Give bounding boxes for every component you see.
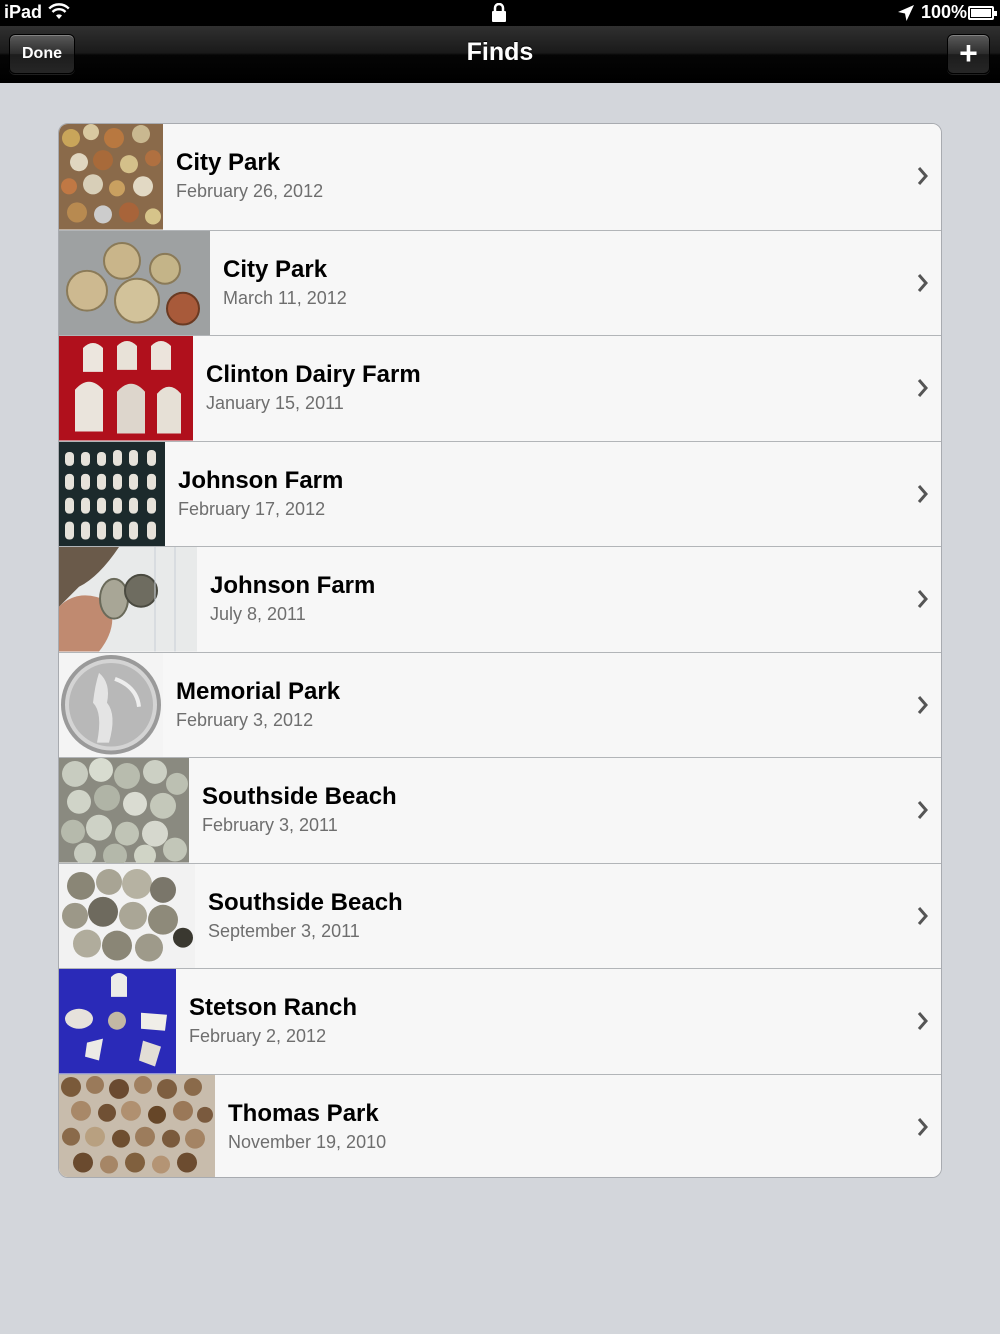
find-row[interactable]: Clinton Dairy Farm January 15, 2011 — [59, 335, 941, 441]
find-thumbnail — [59, 547, 197, 652]
battery-icon — [968, 6, 997, 20]
find-date: February 2, 2012 — [189, 1026, 327, 1046]
find-date: September 3, 2011 — [208, 920, 360, 941]
find-title: Thomas Park — [228, 1099, 379, 1127]
find-date: July 8, 2011 — [210, 604, 306, 624]
find-thumbnail — [59, 230, 210, 335]
find-row[interactable]: Memorial Park February 3, 2012 — [59, 651, 941, 757]
find-date: November 19, 2010 — [228, 1131, 387, 1152]
find-thumbnail — [59, 336, 193, 441]
status-bar: iPad 100% — [0, 0, 1000, 26]
find-title: Southside Beach — [208, 888, 403, 916]
find-date: March 11, 2012 — [223, 287, 347, 308]
find-title: Memorial Park — [176, 677, 341, 705]
find-row[interactable]: Thomas Park November 19, 2010 — [59, 1073, 941, 1177]
chevron-right-icon — [917, 379, 928, 397]
chevron-right-icon — [917, 484, 928, 503]
find-row[interactable]: Stetson Ranch February 2, 2012 — [59, 968, 941, 1074]
find-thumbnail — [59, 124, 163, 230]
find-thumbnail — [59, 1074, 215, 1177]
page-title: Finds — [466, 38, 534, 66]
add-find-button[interactable]: + — [947, 34, 990, 74]
find-date: February 26, 2012 — [176, 181, 324, 201]
find-title: City Park — [176, 149, 281, 176]
battery-percentage: 100% — [921, 2, 968, 22]
find-row[interactable]: City Park March 11, 2012 — [59, 229, 941, 335]
chevron-right-icon — [917, 590, 928, 608]
find-row[interactable]: Southside Beach September 3, 2011 — [59, 862, 941, 968]
chevron-right-icon — [917, 695, 928, 714]
find-date: February 3, 2012 — [176, 709, 314, 730]
find-date: February 17, 2012 — [178, 498, 326, 519]
find-title: Clinton Dairy Farm — [206, 361, 421, 388]
find-row[interactable]: Southside Beach February 3, 2011 — [59, 757, 941, 863]
find-thumbnail — [59, 863, 195, 968]
wifi-icon — [48, 3, 70, 26]
find-title: Southside Beach — [202, 783, 397, 810]
carrier-label: iPad — [4, 2, 43, 22]
find-title: Johnson Farm — [210, 572, 376, 599]
find-date: January 15, 2011 — [206, 393, 344, 413]
find-title: City Park — [223, 255, 328, 283]
find-thumbnail — [59, 969, 176, 1074]
chevron-right-icon — [917, 801, 928, 819]
chevron-right-icon — [917, 906, 928, 925]
find-row[interactable]: City Park February 26, 2012 — [59, 124, 941, 230]
find-row[interactable]: Johnson Farm February 17, 2012 — [59, 440, 941, 546]
location-arrow-icon — [897, 4, 915, 27]
chevron-right-icon — [917, 1012, 928, 1030]
finds-table: City Park February 26, 2012 City Park Ma… — [58, 123, 942, 1178]
find-thumbnail — [59, 441, 165, 546]
find-thumbnail — [59, 652, 163, 757]
find-row[interactable]: Johnson Farm July 8, 2011 — [59, 546, 941, 652]
chevron-right-icon — [917, 167, 928, 185]
find-date: February 3, 2011 — [202, 815, 338, 835]
find-thumbnail — [59, 758, 189, 863]
navigation-bar: Done Finds + — [0, 26, 1000, 83]
chevron-right-icon — [917, 1117, 928, 1136]
lock-icon — [490, 2, 508, 28]
chevron-right-icon — [917, 273, 928, 292]
find-title: Johnson Farm — [178, 466, 344, 494]
find-title: Stetson Ranch — [189, 994, 358, 1021]
